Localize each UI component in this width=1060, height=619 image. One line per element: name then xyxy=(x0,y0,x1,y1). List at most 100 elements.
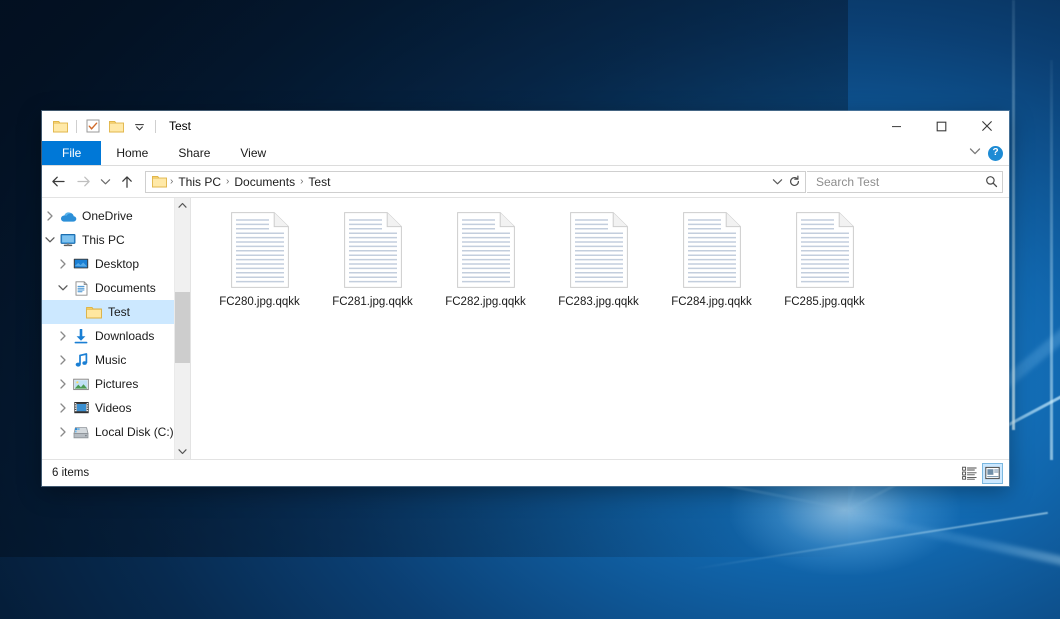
breadcrumb[interactable]: › This PC › Documents › Test xyxy=(145,171,806,193)
tab-file[interactable]: File xyxy=(42,141,101,165)
file-item[interactable]: FC282.jpg.qqkk xyxy=(429,208,542,315)
sidebar-item-label: This PC xyxy=(78,233,125,247)
chevron-right-icon[interactable] xyxy=(55,331,71,341)
expand-ribbon-chevron-down-icon[interactable] xyxy=(969,147,981,159)
address-bar: › This PC › Documents › Test xyxy=(42,166,1009,197)
file-item[interactable]: FC284.jpg.qqkk xyxy=(655,208,768,315)
quick-access-toolbar: Test xyxy=(42,111,191,141)
back-button[interactable] xyxy=(46,170,70,194)
search-icon[interactable] xyxy=(982,175,998,188)
sidebar-item-music[interactable]: Music xyxy=(42,348,174,372)
wallpaper-edge-2 xyxy=(1050,60,1053,460)
desktop-wallpaper: Test File Home Share View xyxy=(0,0,1060,619)
file-item[interactable]: FC285.jpg.qqkk xyxy=(768,208,881,315)
properties-icon[interactable] xyxy=(83,115,103,137)
navigation-tree: OneDrive This PC Desktop DocumentsTest Downl… xyxy=(42,198,174,459)
sidebar-item-label: OneDrive xyxy=(78,209,133,223)
scroll-down-arrow-icon[interactable] xyxy=(175,444,190,459)
chevron-right-icon[interactable] xyxy=(42,211,58,221)
breadcrumb-item-this-pc[interactable]: This PC xyxy=(174,175,225,189)
tab-home[interactable]: Home xyxy=(101,141,163,165)
file-name-label: FC281.jpg.qqkk xyxy=(332,295,413,309)
file-item[interactable]: FC281.jpg.qqkk xyxy=(316,208,429,315)
folder-icon[interactable] xyxy=(50,115,70,137)
file-name-label: FC280.jpg.qqkk xyxy=(219,295,300,309)
chevron-right-icon[interactable] xyxy=(55,259,71,269)
generic-file-icon xyxy=(683,212,741,288)
drive-icon xyxy=(71,426,91,439)
sidebar-item-test[interactable]: Test xyxy=(42,300,174,324)
close-button[interactable] xyxy=(964,111,1009,141)
breadcrumb-item-test[interactable]: Test xyxy=(304,175,334,189)
generic-file-icon xyxy=(457,212,515,288)
help-icon[interactable]: ? xyxy=(988,146,1003,161)
maximize-button[interactable] xyxy=(919,111,964,141)
chevron-right-icon[interactable] xyxy=(55,355,71,365)
downloads-icon xyxy=(71,329,91,344)
status-bar: 6 items xyxy=(42,459,1009,486)
file-item[interactable]: FC280.jpg.qqkk xyxy=(203,208,316,315)
sidebar-item-local-disk-c[interactable]: Local Disk (C:) xyxy=(42,420,174,444)
large-icons-view-button[interactable] xyxy=(982,463,1003,484)
breadcrumb-folder-icon xyxy=(151,175,169,188)
generic-file-icon xyxy=(796,212,854,288)
sidebar-item-label: Videos xyxy=(91,401,131,415)
sidebar-item-this-pc[interactable]: This PC xyxy=(42,228,174,252)
scrollbar-thumb[interactable] xyxy=(175,292,190,364)
sidebar-item-pictures[interactable]: Pictures xyxy=(42,372,174,396)
scroll-up-arrow-icon[interactable] xyxy=(175,198,190,213)
sidebar-item-label: Downloads xyxy=(91,329,154,343)
chevron-right-icon[interactable] xyxy=(55,403,71,413)
sidebar-item-documents[interactable]: Documents xyxy=(42,276,174,300)
sidebar-item-label: Desktop xyxy=(91,257,139,271)
chevron-right-icon[interactable] xyxy=(55,427,71,437)
navigation-scrollbar[interactable] xyxy=(174,198,190,459)
up-button[interactable] xyxy=(115,170,139,194)
search-input[interactable] xyxy=(814,174,982,190)
computer-icon xyxy=(58,233,78,247)
file-list-pane[interactable]: FC280.jpg.qqkk FC281.jpg.qqkk FC282.jpg.qq… xyxy=(190,198,1009,459)
file-item[interactable]: FC283.jpg.qqkk xyxy=(542,208,655,315)
generic-file-icon xyxy=(231,212,289,288)
refresh-icon[interactable] xyxy=(786,172,803,192)
wallpaper-edge-1 xyxy=(1012,0,1015,430)
qat-separator-2 xyxy=(155,120,156,133)
item-count-label: 6 items xyxy=(52,467,89,479)
breadcrumb-item-documents[interactable]: Documents xyxy=(230,175,299,189)
pictures-icon xyxy=(71,378,91,391)
customize-qat-icon[interactable] xyxy=(129,115,149,137)
videos-icon xyxy=(71,401,91,415)
onedrive-cloud-icon xyxy=(58,210,78,223)
title-bar[interactable]: Test xyxy=(42,111,1009,141)
new-folder-icon[interactable] xyxy=(106,115,126,137)
window-title: Test xyxy=(169,119,191,133)
desktop-icon xyxy=(71,257,91,271)
documents-icon xyxy=(71,281,91,296)
file-name-label: FC285.jpg.qqkk xyxy=(784,295,865,309)
sidebar-item-desktop[interactable]: Desktop xyxy=(42,252,174,276)
tab-share[interactable]: Share xyxy=(163,141,225,165)
sidebar-item-downloads[interactable]: Downloads xyxy=(42,324,174,348)
generic-file-icon xyxy=(344,212,402,288)
music-icon xyxy=(71,353,91,368)
chevron-down-icon[interactable] xyxy=(42,236,58,244)
recent-locations-chevron-down-icon[interactable] xyxy=(96,170,114,194)
minimize-button[interactable] xyxy=(874,111,919,141)
window-caption-buttons xyxy=(874,111,1009,141)
file-name-label: FC283.jpg.qqkk xyxy=(558,295,639,309)
file-name-label: FC284.jpg.qqkk xyxy=(671,295,752,309)
file-name-label: FC282.jpg.qqkk xyxy=(445,295,526,309)
sidebar-item-videos[interactable]: Videos xyxy=(42,396,174,420)
forward-button[interactable] xyxy=(71,170,95,194)
file-explorer-window: Test File Home Share View xyxy=(42,111,1009,486)
chevron-right-icon[interactable] xyxy=(55,379,71,389)
address-dropdown-chevron-down-icon[interactable] xyxy=(769,172,786,192)
search-box[interactable] xyxy=(807,171,1003,193)
details-view-button[interactable] xyxy=(959,463,980,484)
qat-separator-1 xyxy=(76,120,77,133)
tab-view[interactable]: View xyxy=(225,141,281,165)
window-body: OneDrive This PC Desktop DocumentsTest Downl… xyxy=(42,197,1009,459)
scrollbar-track[interactable] xyxy=(175,213,190,444)
chevron-down-icon[interactable] xyxy=(55,284,71,292)
sidebar-item-onedrive[interactable]: OneDrive xyxy=(42,204,174,228)
